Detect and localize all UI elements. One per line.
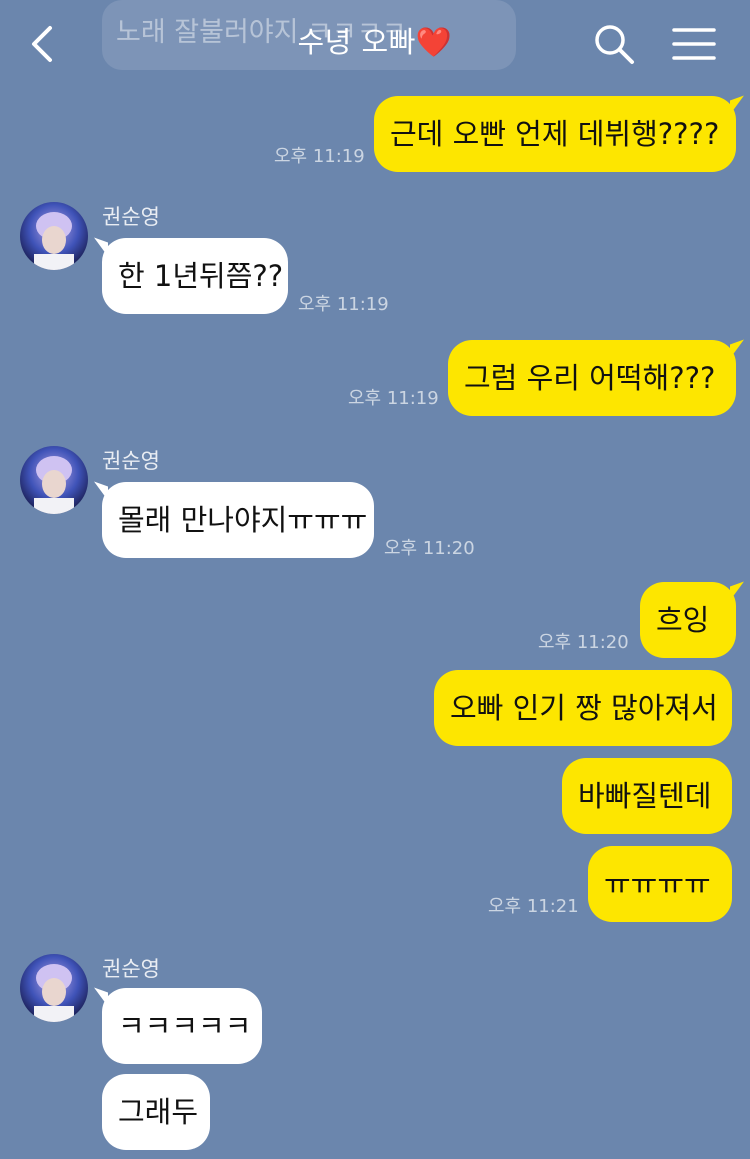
message-timestamp: 오후 11:20	[384, 538, 475, 559]
avatar[interactable]	[20, 954, 88, 1022]
my-message-bubble[interactable]: 흐잉	[640, 582, 736, 658]
profile-photo-icon	[20, 446, 88, 514]
message-timestamp: 오후 11:21	[488, 896, 579, 917]
menu-button[interactable]	[672, 24, 716, 64]
my-message-bubble[interactable]: ㅠㅠㅠㅠ	[588, 846, 732, 922]
avatar[interactable]	[20, 446, 88, 514]
chat-header: 수녕 오빠❤️	[0, 0, 750, 88]
search-button[interactable]	[592, 22, 636, 66]
chat-title: 수녕 오빠❤️	[0, 22, 750, 62]
search-icon	[595, 25, 634, 64]
other-message-bubble[interactable]: 한 1년뒤쯤??	[102, 238, 288, 314]
sender-name: 권순영	[102, 449, 160, 473]
avatar[interactable]	[20, 202, 88, 270]
profile-photo-icon	[20, 954, 88, 1022]
my-message-bubble[interactable]: 근데 오빤 언제 데뷔행????	[374, 96, 736, 172]
message-timestamp: 오후 11:19	[298, 294, 389, 315]
message-timestamp: 오후 11:19	[348, 388, 439, 409]
chat-title-text: 수녕 오빠	[297, 25, 416, 59]
message-timestamp: 오후 11:19	[274, 146, 365, 167]
sender-name: 권순영	[102, 957, 160, 981]
menu-icon	[672, 28, 716, 60]
other-message-bubble[interactable]: 몰래 만나야지ㅠㅠㅠ	[102, 482, 374, 558]
profile-photo-icon	[20, 202, 88, 270]
other-message-bubble[interactable]: ㅋㅋㅋㅋㅋ	[102, 988, 262, 1064]
my-message-bubble[interactable]: 바빠질텐데	[562, 758, 732, 834]
sender-name: 권순영	[102, 205, 160, 229]
heart-icon: ❤️	[415, 25, 453, 59]
my-message-bubble[interactable]: 그럼 우리 어떡해???	[448, 340, 736, 416]
my-message-bubble[interactable]: 오빠 인기 짱 많아져서	[434, 670, 732, 746]
other-message-bubble[interactable]: 그래두	[102, 1074, 210, 1150]
message-timestamp: 오후 11:20	[538, 632, 629, 653]
